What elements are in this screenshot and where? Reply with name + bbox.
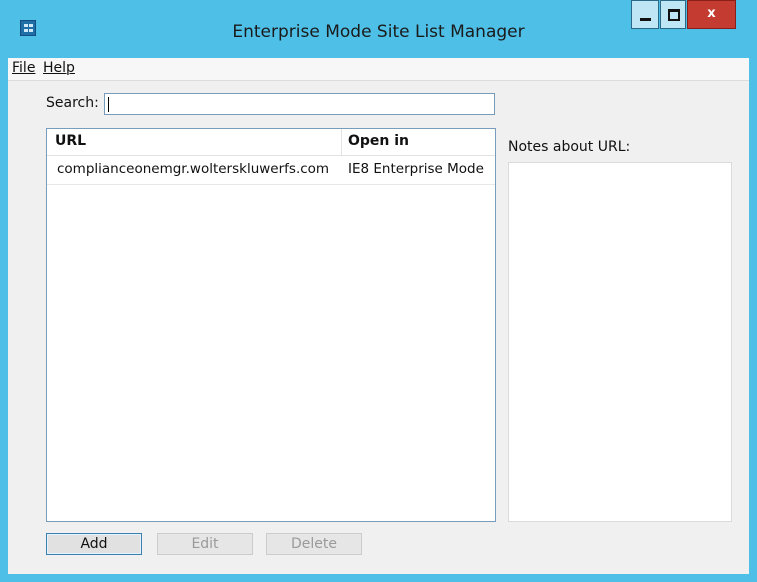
notes-label: Notes about URL: bbox=[508, 139, 631, 155]
cell-url: complianceonemgr.wolterskluwerfs.com bbox=[57, 161, 330, 177]
edit-button[interactable]: Edit bbox=[157, 533, 253, 555]
maximize-button[interactable] bbox=[660, 0, 686, 29]
client-area: File Help Search: URL Open in compliance… bbox=[8, 58, 749, 574]
delete-button[interactable]: Delete bbox=[266, 533, 362, 555]
search-label: Search: bbox=[46, 95, 99, 111]
app-window: Enterprise Mode Site List Manager x File… bbox=[0, 0, 757, 582]
search-input[interactable] bbox=[104, 93, 495, 115]
site-list[interactable]: URL Open in complianceonemgr.wolterskluw… bbox=[46, 128, 496, 522]
menu-file[interactable]: File bbox=[12, 60, 35, 76]
add-button[interactable]: Add bbox=[46, 533, 142, 555]
list-header: URL Open in bbox=[47, 129, 495, 156]
title-bar[interactable]: Enterprise Mode Site List Manager x bbox=[0, 0, 757, 58]
column-divider[interactable] bbox=[341, 129, 342, 155]
column-header-url[interactable]: URL bbox=[55, 133, 86, 149]
menu-bar: File Help bbox=[8, 58, 749, 81]
cell-open-in: IE8 Enterprise Mode bbox=[348, 161, 484, 177]
table-row[interactable]: complianceonemgr.wolterskluwerfs.com IE8… bbox=[47, 156, 495, 185]
notes-textarea[interactable] bbox=[508, 162, 732, 522]
text-caret bbox=[108, 97, 109, 112]
close-button[interactable]: x bbox=[687, 0, 736, 29]
minimize-button[interactable] bbox=[631, 0, 659, 29]
column-header-open-in[interactable]: Open in bbox=[348, 133, 409, 149]
menu-help[interactable]: Help bbox=[43, 60, 75, 76]
